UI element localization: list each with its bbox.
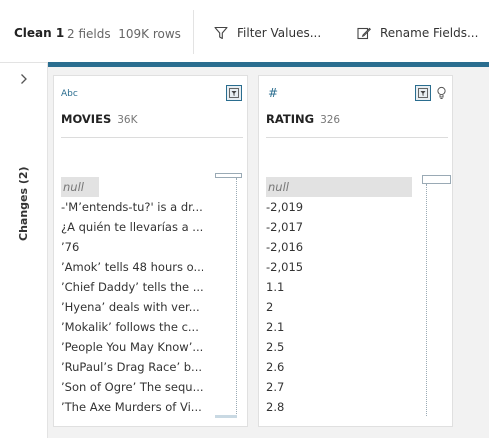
filter-toggle-icon: [418, 88, 428, 98]
value-item[interactable]: ¿A quién te llevarías a ...: [61, 217, 203, 237]
card-divider: [61, 137, 243, 138]
value-item[interactable]: 1.1: [266, 277, 410, 297]
value-item[interactable]: 2.6: [266, 357, 410, 377]
rename-fields-label: Rename Fields...: [380, 26, 479, 40]
value-item[interactable]: 2.7: [266, 377, 410, 397]
field-count: 2 fields: [67, 27, 111, 41]
changes-panel: Changes (2): [0, 63, 48, 438]
field-title[interactable]: RATING 326: [266, 112, 340, 126]
funnel-icon: [214, 26, 228, 40]
scrollbar-thumb[interactable]: [215, 173, 242, 178]
field-distinct-count: 36K: [117, 114, 138, 126]
filter-toggle-button[interactable]: [415, 85, 431, 101]
filter-toggle-button[interactable]: [226, 85, 242, 101]
scrollbar-end: [215, 415, 237, 418]
rename-fields-button[interactable]: Rename Fields...: [357, 24, 478, 42]
rename-icon: [357, 27, 371, 40]
value-item[interactable]: 2: [266, 297, 410, 317]
step-summary: 2 fields 109K rows: [67, 27, 181, 41]
filter-values-label: Filter Values...: [237, 26, 322, 40]
value-item[interactable]: ’Chief Daddy’ tells the ...: [61, 277, 203, 297]
value-item[interactable]: -'M’entends-tu?' is a dr...: [61, 197, 203, 217]
chevron-right-icon[interactable]: [20, 73, 28, 85]
value-item[interactable]: ’Mokalik’ follows the c...: [61, 317, 203, 337]
value-item[interactable]: -2,017: [266, 217, 410, 237]
value-item[interactable]: 2.5: [266, 337, 410, 357]
value-item[interactable]: 2.8: [266, 397, 410, 417]
value-null[interactable]: null: [266, 177, 412, 197]
filter-values-button[interactable]: Filter Values...: [214, 24, 321, 42]
field-card-movies[interactable]: Abc MOVIES 36K null -'M’entends-tu?' is a…: [53, 75, 248, 427]
field-card-rating[interactable]: # RATING 326 null -2,019 -2,017 -2,016 -2…: [258, 75, 453, 427]
step-name[interactable]: Clean 1: [14, 26, 64, 40]
value-list: null -'M’entends-tu?' is a dr... ¿A quié…: [61, 177, 203, 417]
string-type-icon: Abc: [61, 89, 78, 99]
field-name: MOVIES: [61, 112, 112, 126]
value-item[interactable]: -2,019: [266, 197, 410, 217]
row-count: 109K rows: [118, 27, 181, 41]
value-item[interactable]: ’RuPaul’s Drag Race’ b...: [61, 357, 203, 377]
card-divider: [266, 137, 448, 138]
field-name: RATING: [266, 112, 315, 126]
value-item[interactable]: ’The Axe Murders of Vi...: [61, 397, 203, 417]
profile-pane: Abc MOVIES 36K null -'M’entends-tu?' is a…: [48, 67, 489, 438]
lightbulb-icon[interactable]: [437, 86, 446, 100]
field-distinct-count: 326: [320, 114, 341, 126]
value-item[interactable]: -2,015: [266, 257, 410, 277]
value-item[interactable]: ’People You May Know’...: [61, 337, 203, 357]
value-item[interactable]: 2.1: [266, 317, 410, 337]
toolbar-divider: [193, 10, 194, 54]
scrollbar-track: [426, 184, 427, 416]
changes-label[interactable]: Changes (2): [17, 166, 30, 241]
filter-toggle-icon: [229, 88, 239, 98]
value-item[interactable]: ’Son of Ogre’ The sequ...: [61, 377, 203, 397]
value-null[interactable]: null: [61, 177, 99, 197]
value-item[interactable]: ’Amok’ tells 48 hours o...: [61, 257, 203, 277]
step-toolbar: Clean 1 2 fields 109K rows Filter Values…: [0, 0, 489, 63]
scrollbar-track: [236, 178, 237, 416]
scrollbar-thumb[interactable]: [422, 175, 451, 184]
value-item[interactable]: ’Hyena’ deals with ver...: [61, 297, 203, 317]
field-title[interactable]: MOVIES 36K: [61, 112, 137, 126]
value-list: null -2,019 -2,017 -2,016 -2,015 1.1 2 2…: [266, 177, 412, 417]
value-item[interactable]: ’76: [61, 237, 203, 257]
number-type-icon: #: [268, 86, 279, 100]
value-item[interactable]: -2,016: [266, 237, 410, 257]
